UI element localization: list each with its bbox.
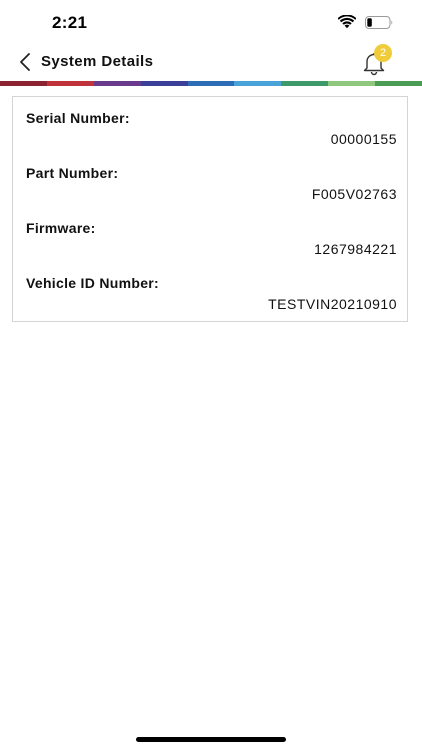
status-bar: 2:21 xyxy=(0,0,422,46)
battery-icon xyxy=(365,16,393,29)
vehicle-id-number-value: TESTVIN20210910 xyxy=(268,296,397,312)
brand-color-stripe xyxy=(0,81,422,86)
status-time: 2:21 xyxy=(52,13,88,32)
firmware-label: Firmware: xyxy=(26,220,96,236)
part-number-label: Part Number: xyxy=(26,165,119,181)
detail-row-vehicle-id-number: Vehicle ID Number: TESTVIN20210910 xyxy=(13,275,409,325)
stripe-segment xyxy=(93,81,141,86)
stripe-segment xyxy=(281,81,329,86)
detail-row-part-number: Part Number: F005V02763 xyxy=(13,165,409,215)
stripe-segment xyxy=(140,81,188,86)
detail-row-serial-number: Serial Number: 00000155 xyxy=(13,110,409,160)
wifi-icon xyxy=(338,15,356,29)
page-title: System Details xyxy=(41,53,154,70)
back-chevron-icon[interactable] xyxy=(18,52,32,72)
notifications-button[interactable]: 2 xyxy=(358,44,394,78)
stripe-segment xyxy=(46,81,94,86)
app-header: System Details 2 xyxy=(0,44,422,80)
part-number-value: F005V02763 xyxy=(311,186,397,202)
stripe-segment xyxy=(234,81,282,86)
detail-row-firmware: Firmware: 1267984221 xyxy=(13,220,409,270)
notification-count-badge: 2 xyxy=(374,44,392,62)
system-details-card: Serial Number: 00000155 Part Number: F00… xyxy=(12,96,408,322)
vehicle-id-number-label: Vehicle ID Number: xyxy=(26,275,159,291)
stripe-segment xyxy=(187,81,235,86)
home-indicator[interactable] xyxy=(136,737,286,742)
firmware-value: 1267984221 xyxy=(314,241,397,257)
serial-number-value: 00000155 xyxy=(330,131,397,147)
serial-number-label: Serial Number: xyxy=(26,110,130,126)
stripe-segment xyxy=(0,81,47,86)
stripe-segment xyxy=(375,81,422,86)
stripe-segment xyxy=(328,81,376,86)
